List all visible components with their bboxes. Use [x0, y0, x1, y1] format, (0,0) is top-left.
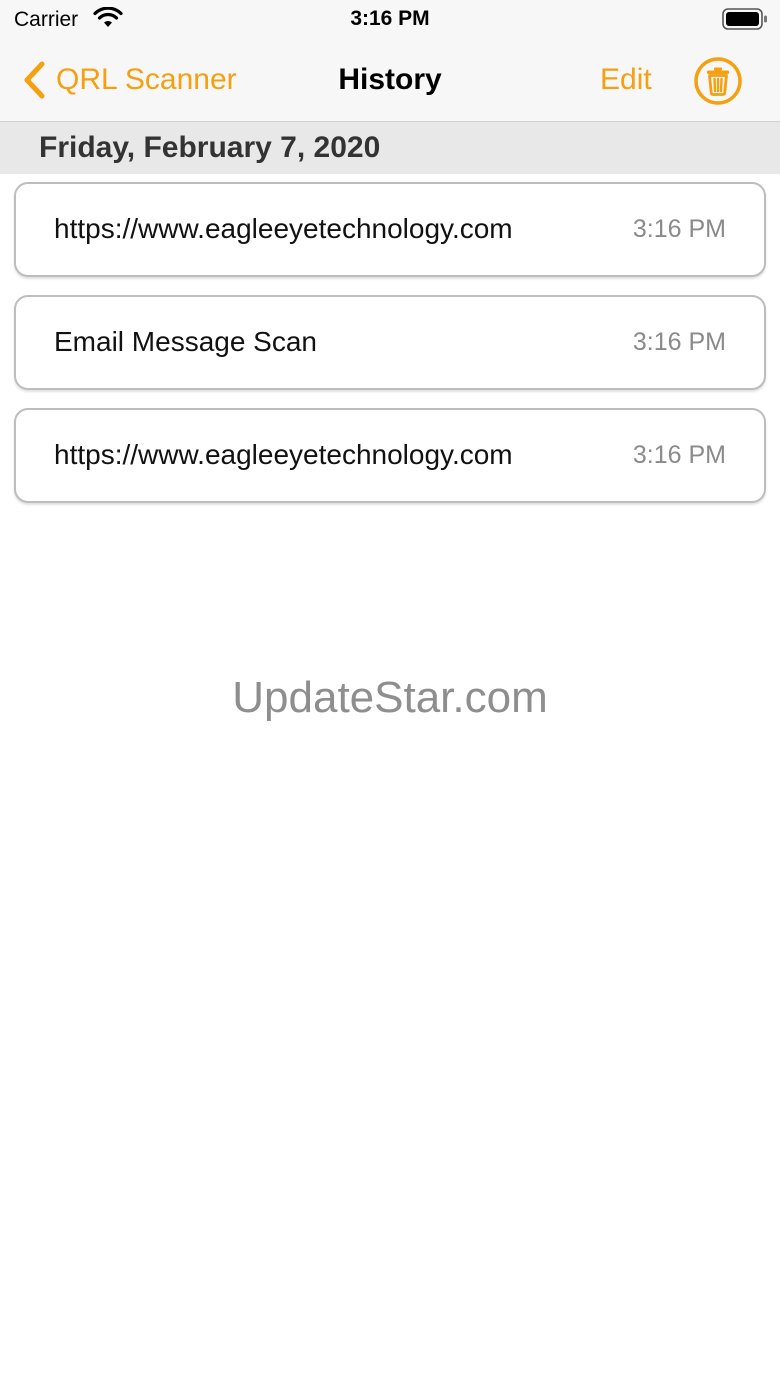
list-item-time: 3:16 PM: [632, 441, 726, 469]
back-label: QRL Scanner: [56, 63, 237, 96]
list-item-title: https://www.eagleeyetechnology.com: [54, 439, 513, 470]
history-list: https://www.eagleeyetechnology.com 3:16 …: [14, 182, 766, 521]
edit-button[interactable]: Edit: [600, 60, 652, 100]
status-bar: Carrier 3:16 PM: [0, 0, 780, 40]
trash-icon[interactable]: [693, 56, 743, 106]
battery-icon: [722, 8, 767, 30]
list-item-time: 3:16 PM: [632, 215, 726, 243]
chevron-left-icon: [24, 61, 45, 99]
list-item-title: Email Message Scan: [54, 326, 318, 357]
list-item[interactable]: https://www.eagleeyetechnology.com 3:16 …: [14, 182, 766, 277]
back-button[interactable]: QRL Scanner: [20, 58, 237, 102]
section-date-title: Friday, February 7, 2020: [39, 131, 381, 164]
list-item[interactable]: https://www.eagleeyetechnology.com 3:16 …: [14, 408, 766, 503]
watermark: UpdateStar.com: [232, 673, 548, 722]
status-time: 3:16 PM: [350, 7, 430, 30]
list-item-title: https://www.eagleeyetechnology.com: [54, 213, 513, 244]
list-item-time: 3:16 PM: [632, 328, 726, 356]
section-header: Friday, February 7, 2020: [0, 122, 780, 174]
nav-bar: QRL Scanner History Edit: [0, 40, 780, 122]
list-item[interactable]: Email Message Scan 3:16 PM: [14, 295, 766, 390]
